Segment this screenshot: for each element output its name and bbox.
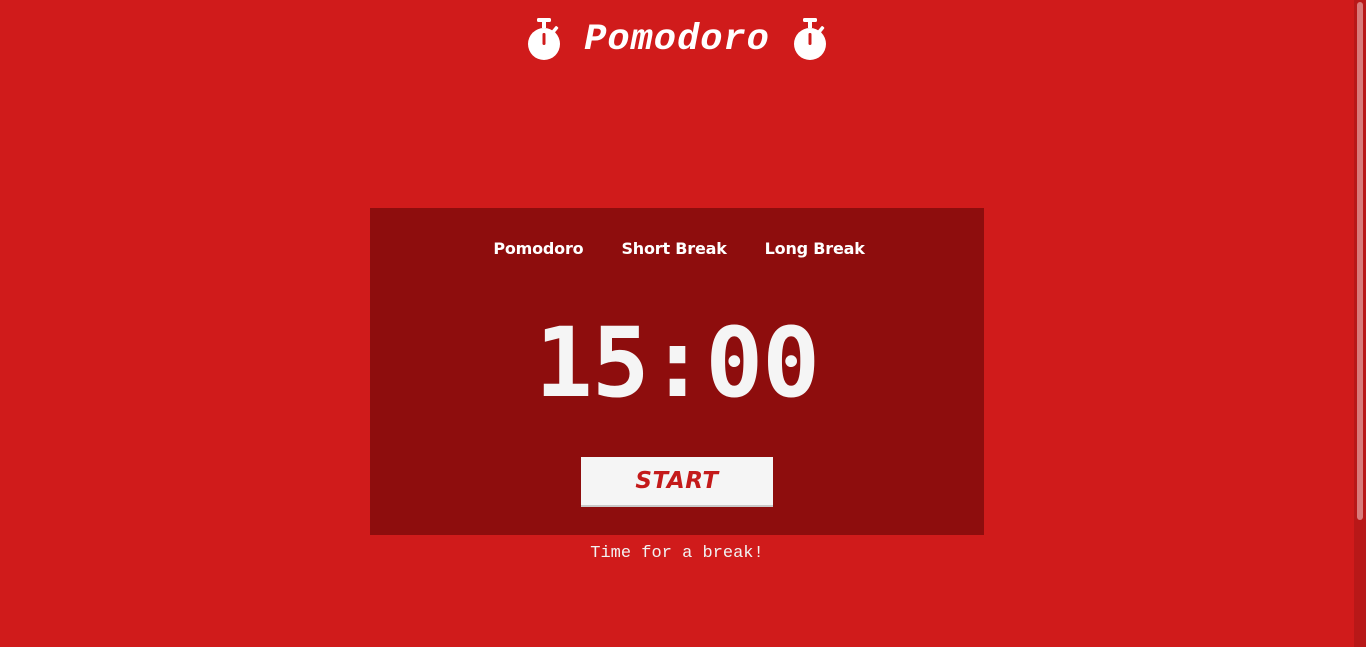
mode-tabs: Pomodoro Short Break Long Break	[370, 238, 984, 260]
scrollbar-thumb[interactable]	[1357, 2, 1363, 520]
tab-pomodoro[interactable]: Pomodoro	[493, 238, 583, 260]
stopwatch-icon	[528, 18, 561, 60]
start-button[interactable]: START	[581, 457, 773, 507]
page-scrollbar[interactable]	[1354, 0, 1366, 647]
app-title: Pomodoro	[584, 19, 770, 61]
stopwatch-icon	[793, 18, 826, 60]
tab-long-break[interactable]: Long Break	[765, 238, 865, 260]
timer-card: Pomodoro Short Break Long Break 15:00 ST…	[370, 208, 984, 535]
app-header: Pomodoro	[0, 16, 1354, 64]
status-message: Time for a break!	[590, 544, 764, 563]
timer-display: 15:00	[535, 307, 820, 419]
tab-short-break[interactable]: Short Break	[621, 238, 726, 260]
